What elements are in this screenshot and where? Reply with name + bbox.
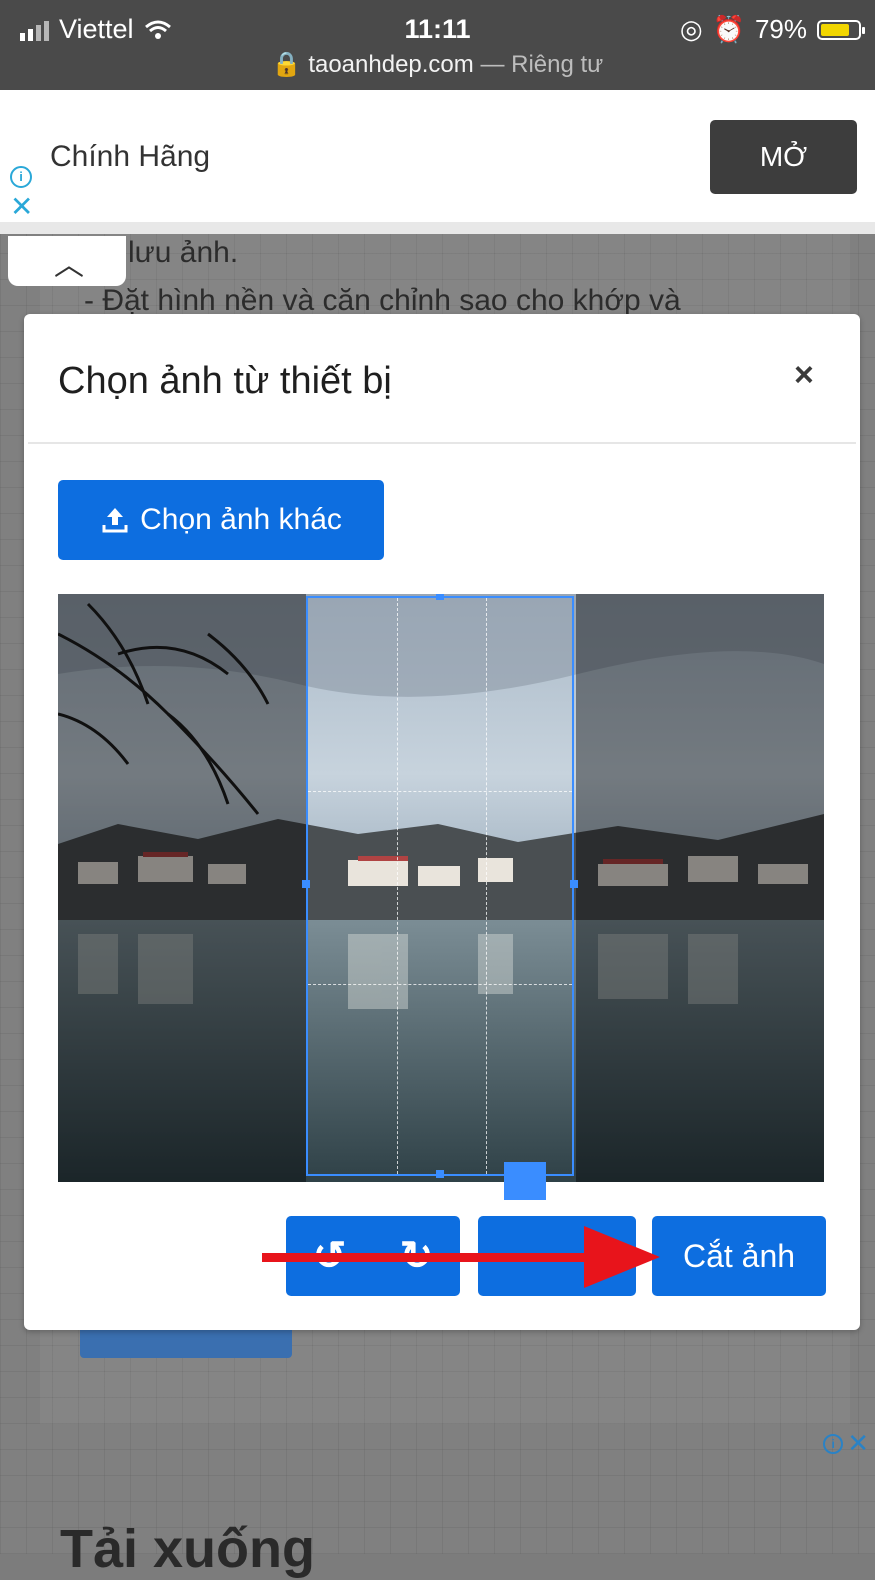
- choose-image-dialog: Chọn ảnh từ thiết bị × Chọn ảnh khác Cắt…: [24, 314, 860, 1330]
- close-icon[interactable]: ✕: [10, 193, 33, 221]
- location-icon: ◎: [679, 14, 703, 44]
- ad-text: Chính Hãng: [50, 140, 211, 173]
- red-arrow-annotation: [262, 1226, 660, 1288]
- info-icon[interactable]: i: [823, 1433, 844, 1454]
- crop-image-button[interactable]: Cắt ảnh: [652, 1216, 826, 1296]
- battery-level: [821, 23, 849, 36]
- section-heading: Tải xuống: [60, 1519, 315, 1579]
- address-bar[interactable]: 🔒 taoanhdep.com — Riêng tư: [0, 50, 875, 79]
- crop-handle-bottom[interactable]: [436, 1170, 444, 1178]
- crop-guide: [308, 791, 572, 792]
- collapse-button[interactable]: ︿: [8, 236, 126, 286]
- crop-handle-right[interactable]: [570, 880, 578, 888]
- info-icon[interactable]: i: [10, 166, 32, 188]
- ad-open-button[interactable]: MỞ: [710, 120, 857, 194]
- crop-resize-handle[interactable]: [504, 1162, 546, 1200]
- chevron-up-icon: ︿: [54, 249, 84, 282]
- instruction-text: - Đặt hình nền và căn chỉnh sao cho khớp…: [84, 284, 681, 317]
- ad-controls[interactable]: i ✕: [823, 1428, 869, 1459]
- crop-guide: [308, 984, 572, 985]
- status-bar: Viettel 11:11 ◎ ⏰ 79% 🔒 taoanhdep.com — …: [0, 0, 875, 90]
- url-text: taoanhdep.com: [308, 51, 474, 78]
- alarm-icon: ⏰: [712, 14, 745, 44]
- crop-mask-left: [58, 594, 306, 1182]
- image-cropper[interactable]: [58, 594, 824, 1182]
- crop-handle-top[interactable]: [436, 594, 444, 600]
- upload-icon: [102, 508, 128, 533]
- choose-button-label: Chọn ảnh khác: [140, 503, 342, 536]
- crop-guide: [397, 598, 398, 1174]
- private-label: — Riêng tư: [480, 51, 604, 78]
- lock-icon: 🔒: [271, 51, 302, 78]
- battery-icon: [817, 19, 865, 40]
- crop-guide: [486, 598, 487, 1174]
- instruction-text: lưu ảnh.: [128, 236, 239, 269]
- divider: [0, 222, 875, 234]
- close-icon[interactable]: ×: [794, 356, 814, 395]
- choose-another-image-button[interactable]: Chọn ảnh khác: [58, 480, 384, 560]
- crop-box[interactable]: [306, 596, 574, 1176]
- status-right: ◎ ⏰ 79%: [679, 14, 865, 45]
- close-icon[interactable]: ✕: [847, 1428, 869, 1459]
- divider: [28, 442, 856, 444]
- battery-percent: 79%: [754, 14, 807, 44]
- crop-mask-right: [576, 594, 824, 1182]
- dialog-title: Chọn ảnh từ thiết bị: [58, 360, 392, 402]
- crop-handle-left[interactable]: [302, 880, 310, 888]
